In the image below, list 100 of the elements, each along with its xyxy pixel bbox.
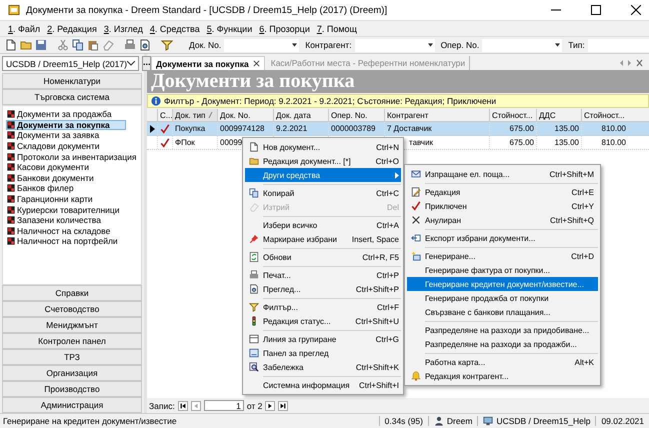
section-button[interactable]: Счетоводство bbox=[2, 301, 142, 317]
sidebar-item[interactable]: Складови документи bbox=[6, 140, 126, 152]
database-dropdown[interactable]: UCSDB / Dreem15_Help (2017) bbox=[2, 56, 139, 71]
tab[interactable]: Документи за покупка bbox=[151, 56, 265, 70]
menu-item[interactable]: Разпределяне на разходи за продажби... bbox=[407, 337, 598, 351]
menu-item[interactable]: Работна карта... Alt+K bbox=[407, 355, 598, 369]
sidebar-item[interactable]: Запазени количества bbox=[6, 214, 126, 226]
sidebar-item[interactable]: Наличност на портфейли bbox=[6, 236, 126, 247]
page-title: Документи за покупка bbox=[147, 70, 649, 93]
column-header[interactable]: Стойност... bbox=[489, 109, 536, 121]
sidebar-item[interactable]: Банков филер bbox=[6, 183, 126, 194]
maximize-icon[interactable] bbox=[591, 5, 601, 15]
menu-item[interactable]: Нов документ... Ctrl+N bbox=[245, 140, 401, 154]
report-icon bbox=[7, 216, 15, 224]
sidebar-item[interactable]: Наличност на складове bbox=[6, 226, 126, 236]
sidebar-item[interactable]: Протоколи за инвентаризация bbox=[6, 151, 140, 162]
menu-item[interactable]: Генериране фактура от покупки... bbox=[407, 263, 598, 277]
menu-bar-item[interactable]: 7. Помощ bbox=[316, 24, 357, 34]
menu-item[interactable]: Приключен Ctrl+Y bbox=[407, 199, 598, 213]
sidebar-item[interactable]: Документи за покупка bbox=[6, 120, 126, 130]
menu-item[interactable]: Анулиран Ctrl+Shift+Q bbox=[407, 213, 598, 227]
menu-item[interactable]: Редакция Ctrl+E bbox=[407, 185, 598, 199]
menu-item[interactable]: Избери всичко Ctrl+A bbox=[245, 218, 401, 232]
section-button[interactable]: Администрация bbox=[2, 397, 142, 413]
tab-navigation-icon[interactable] bbox=[619, 59, 643, 67]
table-cell: 675.00 bbox=[510, 138, 534, 147]
menu-item[interactable]: Забележка Ctrl+Shift+K bbox=[245, 360, 401, 374]
menu-item[interactable]: Експорт избрани документи... bbox=[407, 231, 598, 245]
sidebar-item[interactable]: Касови документи bbox=[6, 162, 126, 173]
section-button[interactable]: Номенклатури bbox=[2, 73, 142, 89]
filter-label: Док. No. bbox=[189, 40, 222, 50]
report-icon bbox=[7, 184, 15, 192]
column-header[interactable]: Док. тип bbox=[172, 109, 217, 121]
menu-item[interactable]: Филтър... Ctrl+F bbox=[245, 300, 401, 314]
submenu-arrow-icon bbox=[395, 172, 399, 178]
menu-item[interactable]: Маркиране избрани Insert, Space bbox=[245, 232, 401, 246]
section-button[interactable]: Контролен панел bbox=[2, 333, 142, 349]
report-icon bbox=[7, 142, 15, 150]
menu-item[interactable]: Панел за преглед bbox=[245, 346, 401, 360]
menu-item[interactable]: Редакция контрагент... bbox=[407, 369, 598, 383]
app-icon bbox=[8, 4, 20, 16]
column-header[interactable]: Опер. No. bbox=[328, 109, 384, 121]
report-icon bbox=[7, 163, 15, 172]
sidebar-item[interactable]: Документи за заявка bbox=[6, 130, 126, 141]
column-header[interactable]: Док. No. bbox=[217, 109, 273, 121]
menu-item[interactable]: Свързване с банкови плащания... bbox=[407, 305, 598, 319]
close-icon[interactable] bbox=[631, 5, 641, 15]
menu-bar-item[interactable]: 3. Изглед bbox=[104, 24, 143, 34]
menu-bar-item[interactable]: 4. Средства bbox=[150, 24, 200, 34]
copy-icon bbox=[72, 39, 84, 51]
sidebar-item[interactable]: Гаранционни карти bbox=[6, 194, 126, 204]
menu-item[interactable]: Редакция документ... [*] Ctrl+O bbox=[245, 154, 401, 168]
column-header[interactable]: Стойност... bbox=[581, 109, 628, 121]
report-icon bbox=[7, 206, 15, 214]
section-button[interactable]: Търговска система bbox=[2, 89, 142, 105]
table-cell: 810.00 bbox=[602, 138, 626, 147]
table-cell: ФПок bbox=[175, 138, 195, 147]
close-icon[interactable] bbox=[252, 60, 260, 67]
section-button[interactable]: Справки bbox=[2, 285, 142, 301]
sidebar-item[interactable]: Банкови документи bbox=[6, 172, 126, 184]
next-page-icon[interactable] bbox=[265, 400, 276, 410]
section-button[interactable]: Производство bbox=[2, 381, 142, 397]
column-header[interactable]: Док. дата bbox=[273, 109, 328, 121]
first-page-icon[interactable] bbox=[178, 400, 188, 410]
menu-bar-item[interactable]: 2. Редакция bbox=[47, 24, 97, 34]
menu-item[interactable]: Линия за групиране Ctrl+G bbox=[245, 332, 401, 346]
eraser-icon bbox=[249, 202, 259, 212]
menu-item[interactable]: Преглед... Ctrl+Shift+P bbox=[245, 282, 401, 296]
sidebar-item[interactable]: Документи за продажба bbox=[6, 109, 126, 120]
menu-bar-item[interactable]: 6. Прозорци bbox=[259, 24, 310, 34]
section-button[interactable]: Мениджмънт bbox=[2, 317, 142, 333]
current-row-icon bbox=[150, 124, 154, 132]
menu-item[interactable]: Разпределяне на разходи за придобиване... bbox=[407, 323, 598, 337]
section-button[interactable]: Организация bbox=[2, 365, 142, 381]
section-button[interactable]: ТРЗ bbox=[2, 349, 142, 365]
menu-item[interactable]: Обнови Ctrl+R, F5 bbox=[245, 250, 401, 264]
column-header[interactable]: ДДС bbox=[536, 109, 581, 121]
menu-bar-item[interactable]: 5. Функции bbox=[206, 24, 252, 34]
table-icon bbox=[249, 334, 259, 344]
more-button[interactable]: ... bbox=[142, 56, 152, 71]
status-timing: 0.34s (95) bbox=[378, 416, 428, 426]
dropdown-arrow-icon bbox=[292, 43, 298, 47]
last-page-icon[interactable] bbox=[278, 400, 288, 410]
menu-item[interactable]: Копирай Ctrl+C bbox=[245, 186, 401, 200]
column-header[interactable]: Контрагент bbox=[384, 109, 489, 121]
menu-bar-item[interactable]: 1. Файл bbox=[8, 24, 40, 34]
menu-item[interactable]: Печат... Ctrl+P bbox=[245, 268, 401, 282]
scissors-icon bbox=[57, 39, 69, 51]
table-cell: 675.00 bbox=[510, 124, 534, 133]
menu-item[interactable]: Редакция статус... Ctrl+Shift+U bbox=[245, 314, 401, 328]
menu-item[interactable]: Други средства bbox=[245, 168, 401, 182]
sort-icon bbox=[208, 111, 214, 119]
menu-item[interactable]: Системна информация Ctrl+Shift+I bbox=[245, 378, 401, 392]
page-number-field[interactable]: 1 bbox=[204, 400, 244, 411]
menu-item[interactable]: Генериране продажба от покупки bbox=[407, 291, 598, 305]
menu-item[interactable]: Изпращане ел. поща... Ctrl+Shift+M bbox=[407, 167, 598, 181]
magnifier-icon bbox=[249, 362, 259, 372]
sidebar-item[interactable]: Куриерски товарителници bbox=[6, 204, 126, 215]
menu-item[interactable]: Генериране... Ctrl+D bbox=[407, 249, 598, 263]
menu-item[interactable]: Генериране кредитен документ/известие... bbox=[407, 277, 598, 291]
